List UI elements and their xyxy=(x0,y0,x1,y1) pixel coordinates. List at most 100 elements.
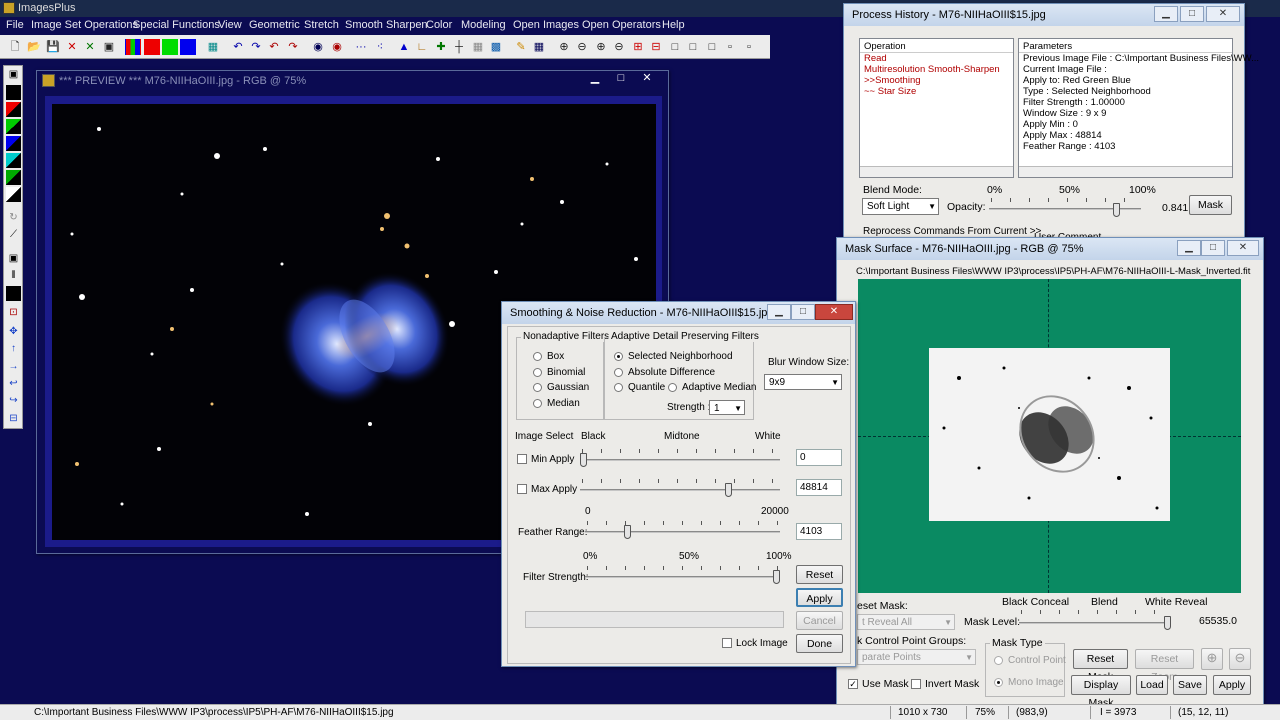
frame-4-icon[interactable]: ▫ xyxy=(722,39,738,55)
mask-level-thumb[interactable] xyxy=(1164,616,1171,630)
menu-geometric[interactable]: Geometric xyxy=(249,19,300,31)
scatter-icon[interactable]: ⁖ xyxy=(372,39,388,55)
cancel-button[interactable]: Cancel xyxy=(796,611,843,630)
control-groups-select[interactable]: parate Points ▼ xyxy=(857,649,976,665)
rgb-channels-icon[interactable] xyxy=(125,39,141,55)
zoom-in-icon[interactable]: ⊕ xyxy=(1201,648,1223,670)
box-icon[interactable]: ▣ xyxy=(6,252,21,267)
cyan-icon[interactable] xyxy=(6,153,21,168)
frame-5-icon[interactable]: ▫ xyxy=(741,39,757,55)
blue-black-icon[interactable] xyxy=(6,136,21,151)
box-radio[interactable] xyxy=(533,352,542,361)
crop-icon[interactable]: ⊡ xyxy=(6,306,21,321)
menu-open-images[interactable]: Open Images xyxy=(513,19,579,31)
new-icon[interactable]: 🗋 xyxy=(7,39,23,55)
close-button[interactable]: ✕ xyxy=(815,304,853,320)
quantile-radio[interactable] xyxy=(614,383,623,392)
reset-zoom-button[interactable]: Reset Zoom xyxy=(1135,649,1194,683)
close-button[interactable]: ✕ xyxy=(1227,240,1259,256)
mask-canvas[interactable] xyxy=(858,279,1241,593)
load-button[interactable]: Load xyxy=(1136,675,1168,695)
image-icon[interactable]: ▩ xyxy=(488,39,504,55)
parameters-list[interactable]: Parameters Previous Image File : C:\Impo… xyxy=(1018,38,1259,178)
black-icon[interactable] xyxy=(6,85,21,100)
green-black-icon[interactable] xyxy=(6,119,21,134)
frame-1-icon[interactable]: □ xyxy=(667,39,683,55)
operation-item[interactable]: >>Smoothing xyxy=(864,75,921,86)
absolute-difference-radio[interactable] xyxy=(614,368,623,377)
record-red-icon[interactable]: ◉ xyxy=(329,39,345,55)
operation-scrollbar[interactable] xyxy=(860,166,1013,177)
reset-mask-button[interactable]: Reset Mask xyxy=(1073,649,1128,683)
bars-icon[interactable]: ⫴ xyxy=(6,269,21,284)
close-x-icon[interactable]: ✕ xyxy=(64,39,80,55)
zoom-in-icon[interactable]: ⊕ xyxy=(556,39,572,55)
filter-strength-track[interactable] xyxy=(585,576,780,578)
min-apply-track[interactable] xyxy=(580,459,780,461)
record-icon[interactable]: ◉ xyxy=(310,39,326,55)
max-apply-thumb[interactable] xyxy=(725,483,732,497)
minimize-button[interactable]: ▁ xyxy=(1154,6,1178,22)
move-icon[interactable]: ✥ xyxy=(6,325,21,340)
operation-item[interactable]: Multiresolution Smooth-Sharpen xyxy=(864,64,1000,75)
median-radio[interactable] xyxy=(533,399,542,408)
mono-image-radio[interactable] xyxy=(994,678,1003,687)
menu-file[interactable]: File xyxy=(6,19,24,31)
menu-smooth-sharpen[interactable]: Smooth Sharpen xyxy=(345,19,428,31)
reset-button[interactable]: Reset xyxy=(796,565,843,584)
column-icon[interactable] xyxy=(6,286,21,301)
feather-range-track[interactable] xyxy=(585,531,780,533)
operation-item[interactable]: ~~ Star Size xyxy=(864,86,916,97)
menu-view[interactable]: View xyxy=(218,19,242,31)
green-channel-icon[interactable] xyxy=(162,39,178,55)
open-icon[interactable]: 📂 xyxy=(26,39,42,55)
menu-modeling[interactable]: Modeling xyxy=(461,19,506,31)
zoom-out-icon[interactable]: ⊖ xyxy=(574,39,590,55)
down-return-icon[interactable]: ↪ xyxy=(6,394,21,409)
return-arrow-icon[interactable]: ↩ xyxy=(6,377,21,392)
strength-select[interactable]: 1 ▼ xyxy=(709,400,745,415)
select-icon[interactable]: ▦ xyxy=(470,39,486,55)
apply-button[interactable]: Apply xyxy=(1213,675,1251,695)
menu-open-operators[interactable]: Open Operators xyxy=(582,19,661,31)
menu-stretch[interactable]: Stretch xyxy=(304,19,339,31)
menu-special-functions[interactable]: Special Functions xyxy=(133,19,220,31)
histogram-icon[interactable]: ▲ xyxy=(396,39,412,55)
maximize-button[interactable]: □ xyxy=(1201,240,1225,256)
blend-mode-select[interactable]: Soft Light ▼ xyxy=(862,198,939,215)
green-square-icon[interactable] xyxy=(6,170,21,185)
binomial-radio[interactable] xyxy=(533,368,542,377)
menu-color[interactable]: Color xyxy=(426,19,452,31)
lock-image-checkbox[interactable] xyxy=(722,638,732,648)
settings-icon[interactable]: ⊟ xyxy=(6,412,21,427)
save-icon[interactable]: ▣ xyxy=(6,68,21,83)
adaptive-median-radio[interactable] xyxy=(668,383,677,392)
reset-mask-select[interactable]: t Reveal All ▼ xyxy=(857,614,955,630)
selected-neighborhood-radio[interactable] xyxy=(614,352,623,361)
close-button[interactable]: ✕ xyxy=(634,71,660,87)
save-button[interactable]: Save xyxy=(1173,675,1207,695)
feather-range-thumb[interactable] xyxy=(624,525,631,539)
feather-range-field[interactable]: 4103 xyxy=(796,523,842,540)
redo-icon[interactable]: ↷ xyxy=(248,39,264,55)
maximize-button[interactable]: □ xyxy=(1180,6,1204,22)
smoothing-titlebar[interactable]: Smoothing & Noise Reduction - M76-NIIHaO… xyxy=(502,302,855,324)
save-icon[interactable]: 💾 xyxy=(45,39,61,55)
minimize-button[interactable]: ▁ xyxy=(767,304,791,320)
zoom-reset-icon[interactable]: ⊖ xyxy=(611,39,627,55)
minimize-button[interactable]: ▁ xyxy=(1177,240,1201,256)
reprocess-label[interactable]: Reprocess Commands From Current >> xyxy=(863,226,1041,237)
history-titlebar[interactable]: Process History - M76-NIIHaOIII$15.jpg ▁… xyxy=(844,4,1244,26)
frame-2-icon[interactable]: □ xyxy=(685,39,701,55)
rotate-icon[interactable]: ↻ xyxy=(6,211,21,226)
redo-all-icon[interactable]: ↷ xyxy=(285,39,301,55)
red-black-icon[interactable] xyxy=(6,102,21,117)
minimize-button[interactable]: ▁ xyxy=(582,71,608,87)
frame-3-icon[interactable]: □ xyxy=(704,39,720,55)
mask-button[interactable]: Mask xyxy=(1189,195,1232,215)
levels-icon[interactable]: ∟ xyxy=(414,39,430,55)
mask-titlebar[interactable]: Mask Surface - M76-NIIHaOIII.jpg - RGB @… xyxy=(837,238,1263,260)
right-arrow-icon[interactable]: → xyxy=(6,360,21,375)
preview-titlebar[interactable]: *** PREVIEW *** M76-NIIHaOIII.jpg - RGB … xyxy=(37,71,668,91)
crosshair-plus-icon[interactable]: ✚ xyxy=(433,39,449,55)
